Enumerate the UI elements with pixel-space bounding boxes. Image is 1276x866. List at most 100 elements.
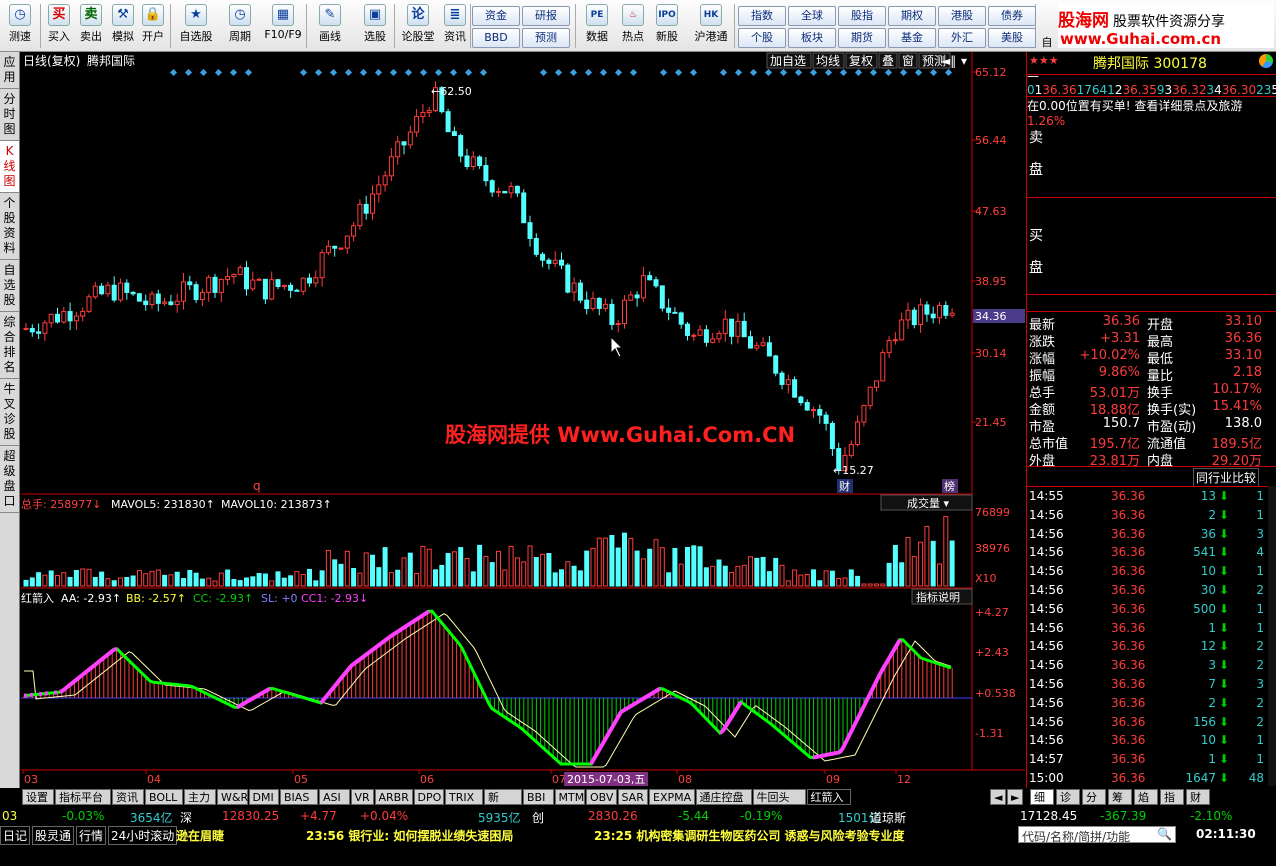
quote-tab[interactable]: 分	[1082, 789, 1106, 805]
kline-chart-svg[interactable]: 日线(复权) 腾邦国际 加自选 均线 复权叠窗预测◄‖ ▾65.1256.4447.633…	[21, 52, 1025, 788]
indicator-tab[interactable]: DPO	[413, 789, 444, 805]
tab-scroll-left-icon[interactable]: ◄	[990, 789, 1006, 805]
indicator-tab[interactable]: 牛回头110	[752, 789, 806, 819]
news-tab[interactable]: 股灵通	[32, 826, 75, 845]
ticker-item: -0.03%	[62, 809, 105, 823]
indicator-tab[interactable]: 指标平台	[55, 789, 111, 805]
market-btn-11[interactable]: 美股	[988, 28, 1036, 48]
indicator-tab[interactable]: 主力	[184, 789, 216, 805]
indicator-tab[interactable]: SAR	[617, 789, 648, 805]
search-icon[interactable]: 🔍	[1157, 827, 1172, 841]
news-headline[interactable]: 23:56 银行业: 如何摆脱业绩失速困局	[306, 827, 513, 844]
search-box[interactable]: 代码/名称/简拼/功能 🔍	[1018, 826, 1176, 844]
indicator-tab[interactable]: EXPMA	[649, 789, 695, 805]
indicator-tab[interactable]: DMI	[248, 789, 279, 805]
toolbar-clock-button[interactable]: ◷ 周期	[220, 2, 260, 50]
chart-close-icon[interactable]: ▾	[961, 54, 967, 68]
candle-body	[458, 135, 464, 157]
market-btn-4[interactable]: 港股	[938, 6, 986, 26]
candle-body	[86, 296, 92, 312]
quote-tab[interactable]: 诊	[1056, 789, 1080, 805]
indicator-tab[interactable]: 资讯	[112, 789, 144, 805]
toolbar-pe-button[interactable]: PE 数据	[580, 2, 614, 50]
toolbar-clock-button[interactable]: ◷ 测速	[4, 2, 36, 50]
candle-body	[130, 291, 136, 295]
news-headline[interactable]: 逊在眉睫	[176, 827, 224, 844]
indicator-tab[interactable]: BOLL	[145, 789, 183, 805]
toolbar-buy-button[interactable]: 买买入	[44, 2, 74, 50]
toolbar-hammer-button[interactable]: ⚒ 模拟	[108, 2, 138, 50]
quote-tab[interactable]: 指	[1160, 789, 1184, 805]
toolbar-star-button[interactable]: ★ 自选股	[175, 2, 217, 50]
candle-body	[685, 323, 690, 336]
news-tab[interactable]: 日记	[0, 826, 31, 845]
market-btn-6[interactable]: 个股	[738, 28, 786, 48]
indicator-tab[interactable]: 新DMA	[484, 789, 522, 819]
toolbar-hk-button[interactable]: HK 沪港通	[690, 2, 732, 50]
market-btn-7[interactable]: 板块	[788, 28, 836, 48]
tab-scroll-right-icon[interactable]: ►	[1007, 789, 1023, 805]
toolbar-hot-button[interactable]: ♨ 热点	[616, 2, 650, 50]
indicator-tab[interactable]: MTM	[554, 789, 585, 805]
indicator-tab[interactable]: OBV	[586, 789, 617, 805]
quote-tab[interactable]: 财	[1186, 789, 1210, 805]
quote-divider	[1027, 311, 1276, 312]
candle-body	[741, 320, 747, 338]
indicator-tab[interactable]: TRIX	[445, 789, 483, 805]
left-tab-5[interactable]: 综合排名	[0, 312, 19, 379]
indicator-tab[interactable]: ARBR	[374, 789, 413, 805]
toolbar-ipo-button[interactable]: IPO 新股	[650, 2, 684, 50]
market-btn-8[interactable]: 期货	[838, 28, 886, 48]
left-tab-6[interactable]: 牛叉诊股	[0, 379, 19, 446]
toolbar-partial-button[interactable]: 自	[1040, 34, 1054, 49]
quote-tab[interactable]: 焰	[1134, 789, 1158, 805]
indicator-tab[interactable]: 通庄控盘	[695, 789, 752, 805]
left-tab-0[interactable]: 应用	[0, 52, 19, 89]
quote-tab[interactable]: 筹	[1108, 789, 1132, 805]
market-btn-5[interactable]: 债券	[988, 6, 1036, 26]
toolbar-chart-button[interactable]: ▣ 选股	[356, 2, 394, 50]
market-btn-3[interactable]: 期权	[888, 6, 936, 26]
market-btn-2[interactable]: 股指	[838, 6, 886, 26]
toolbar-pen-button[interactable]: ✎ 画线	[309, 2, 351, 50]
compare-button[interactable]: 同行业比较	[1193, 468, 1260, 487]
market-btn-1[interactable]: 全球	[788, 6, 836, 26]
quote-scrollbar[interactable]	[1268, 486, 1276, 786]
pie-icon[interactable]	[1259, 54, 1273, 68]
toolbar-grid-button[interactable]: ▦ F10/F9	[262, 2, 304, 50]
indicator-tab[interactable]: W&R	[217, 789, 248, 805]
left-tab-3[interactable]: 个股资料	[0, 193, 19, 260]
volume-label: 总手: 258977↓	[21, 497, 101, 511]
toolbar-btn-3[interactable]: 预测	[522, 28, 570, 48]
market-btn-0[interactable]: 指数	[738, 6, 786, 26]
news-tab[interactable]: 行情	[76, 826, 107, 845]
candle-body	[187, 281, 193, 286]
news-tab[interactable]: 24小时滚动	[108, 826, 178, 845]
kline-chart-area[interactable]: 日线(复权) 腾邦国际 加自选 均线 复权叠窗预测 ◄‖ ▾ 65.12 56.44 47.63 3…	[21, 52, 1025, 788]
indicator-tab[interactable]: BBI	[523, 789, 554, 805]
market-btn-9[interactable]: 基金	[888, 28, 936, 48]
toolbar-sell-button[interactable]: 卖卖出	[76, 2, 106, 50]
toolbar-label: 沪港通	[694, 30, 728, 43]
candle-body	[874, 380, 879, 388]
toolbar-btn-0[interactable]: 资金	[472, 6, 520, 26]
left-tab-1[interactable]: 分时图	[0, 89, 19, 141]
volume-bar	[439, 564, 445, 587]
toolbar-lock-button[interactable]: 🔒 开户	[138, 2, 168, 50]
toolbar-lun-button[interactable]: 论论股堂	[397, 2, 439, 50]
quote-tab[interactable]: 细	[1030, 789, 1054, 805]
left-tab-7[interactable]: 超级盘口	[0, 446, 19, 513]
toolbar-btn-2[interactable]: BBD	[472, 28, 520, 48]
market-btn-10[interactable]: 外汇	[938, 28, 986, 48]
news-headline[interactable]: 23:25 机构密集调研生物医药公司 诱惑与风险考验专业度	[594, 827, 905, 844]
chart-expand-icon[interactable]: ◄‖	[941, 54, 956, 68]
indicator-tab[interactable]: BIAS	[280, 789, 318, 805]
left-tab-2[interactable]: K线图	[0, 141, 19, 193]
indicator-tab[interactable]: VR	[350, 789, 374, 805]
toolbar-btn-1[interactable]: 研报	[522, 6, 570, 26]
indicator-tab[interactable]: 红箭入	[806, 789, 851, 805]
indicator-tab[interactable]: 设置	[22, 789, 54, 805]
toolbar-doc-button[interactable]: ≣ 资讯	[441, 2, 469, 50]
indicator-tab[interactable]: ASI	[319, 789, 350, 805]
left-tab-4[interactable]: 自选股	[0, 260, 19, 312]
